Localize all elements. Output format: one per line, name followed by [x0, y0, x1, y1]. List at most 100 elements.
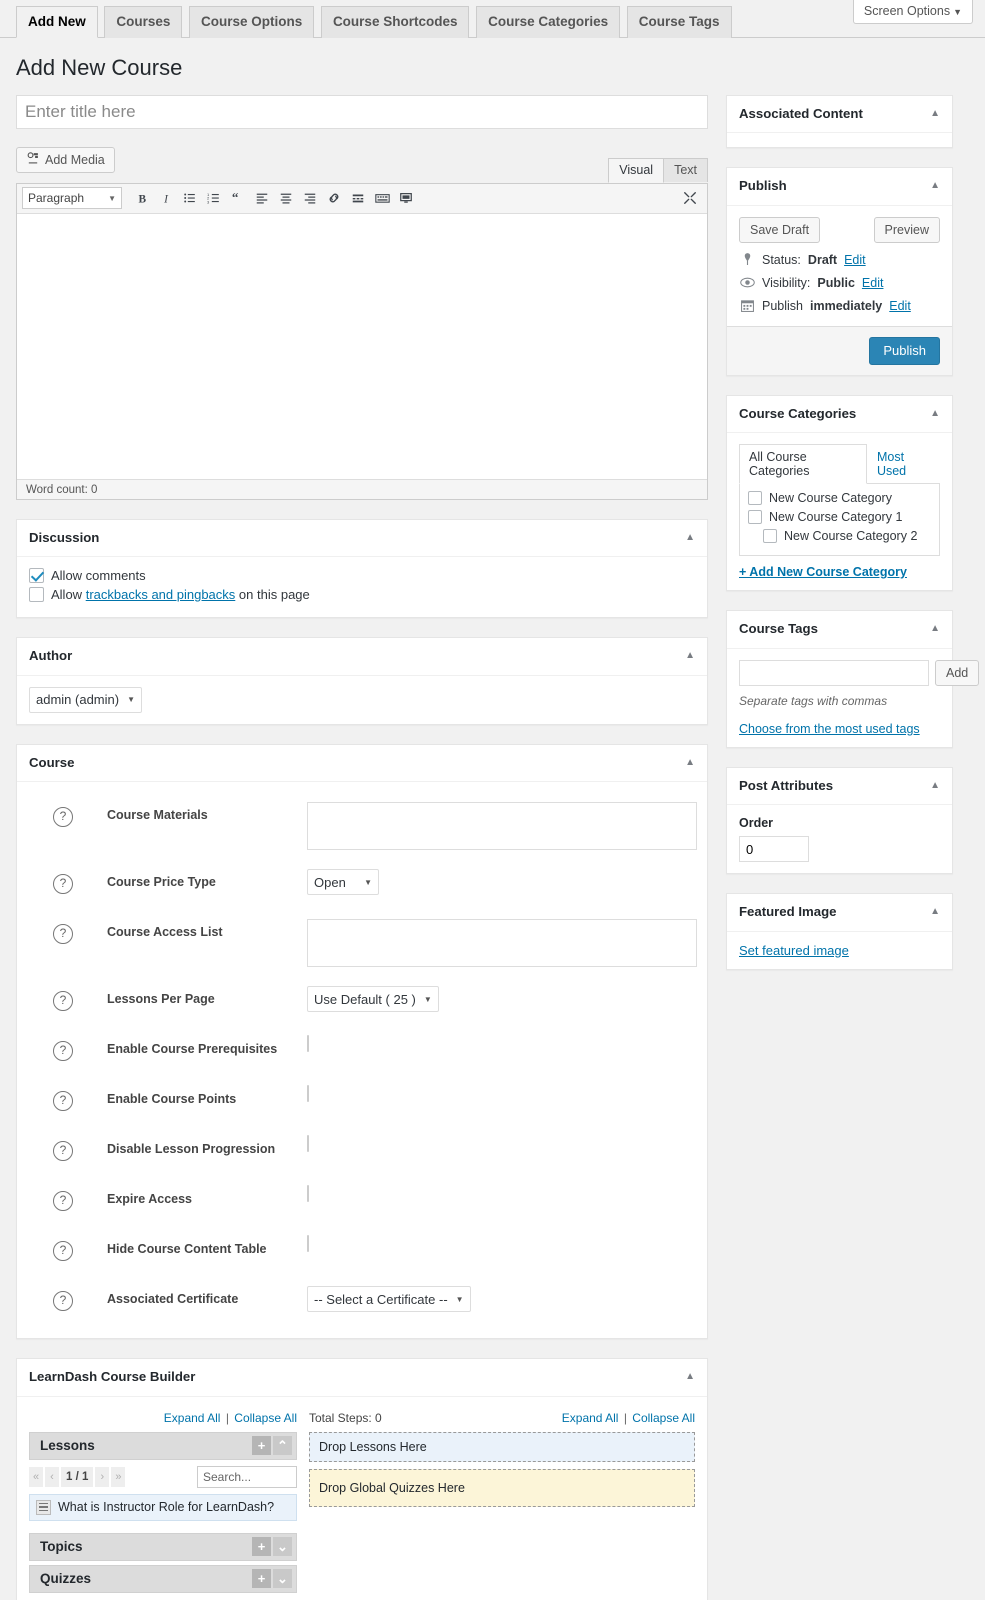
- course-materials-textarea[interactable]: [307, 802, 697, 851]
- chevron-up-icon[interactable]: ▲: [685, 532, 695, 543]
- right-expand-all[interactable]: Expand All: [562, 1411, 619, 1425]
- builder-section-lessons[interactable]: Lessons + ⌃: [29, 1431, 297, 1460]
- help-icon[interactable]: ?: [53, 1291, 73, 1312]
- category-checkbox[interactable]: [763, 529, 777, 544]
- tab-courses[interactable]: Courses: [104, 6, 183, 38]
- tab-most-used[interactable]: Most Used: [867, 444, 940, 484]
- drop-global-quizzes-zone[interactable]: Drop Global Quizzes Here: [309, 1468, 695, 1507]
- publish-date-edit-link[interactable]: Edit: [889, 299, 911, 313]
- discussion-panel-header[interactable]: Discussion ▲: [17, 520, 707, 558]
- builder-lesson-item[interactable]: What is Instructor Role for LearnDash?: [29, 1493, 297, 1521]
- blockquote-icon[interactable]: “: [226, 187, 250, 209]
- course-settings-header[interactable]: Course ▲: [17, 745, 707, 783]
- chevron-up-icon[interactable]: ▲: [685, 1372, 695, 1382]
- pager-last[interactable]: »: [111, 1466, 126, 1487]
- status-edit-link[interactable]: Edit: [844, 253, 866, 267]
- drop-lessons-zone[interactable]: Drop Lessons Here: [309, 1431, 695, 1462]
- chevron-up-icon[interactable]: ▲: [930, 780, 940, 791]
- enable-course-prerequisites-checkbox[interactable]: [307, 1035, 309, 1053]
- numbered-list-icon[interactable]: 123: [202, 187, 226, 209]
- associated-content-header[interactable]: Associated Content ▲: [727, 96, 952, 134]
- course-tags-header[interactable]: Course Tags ▲: [727, 611, 952, 649]
- expire-access-checkbox[interactable]: [307, 1185, 309, 1203]
- tab-text[interactable]: Text: [663, 157, 708, 182]
- bold-icon[interactable]: B: [130, 187, 154, 209]
- trackbacks-pingbacks-link[interactable]: trackbacks and pingbacks: [86, 587, 236, 602]
- format-select[interactable]: Paragraph ▼: [22, 187, 122, 210]
- chevron-up-icon[interactable]: ⌃: [273, 1436, 292, 1456]
- lessons-per-page-select[interactable]: Use Default ( 25 ) ▼: [307, 986, 439, 1013]
- chevron-up-icon[interactable]: ▲: [930, 907, 940, 917]
- add-media-button[interactable]: Add Media: [16, 146, 115, 173]
- featured-image-header[interactable]: Featured Image ▲: [727, 894, 952, 932]
- pager-next[interactable]: ›: [95, 1466, 110, 1487]
- read-more-icon[interactable]: [346, 187, 370, 209]
- plus-icon[interactable]: +: [252, 1569, 271, 1589]
- editor-content-area[interactable]: [17, 213, 707, 479]
- course-tags-input[interactable]: [739, 659, 929, 686]
- builder-section-topics[interactable]: Topics + ⌄: [29, 1532, 297, 1561]
- help-icon[interactable]: ?: [53, 1141, 73, 1162]
- left-expand-all[interactable]: Expand All: [164, 1411, 221, 1425]
- plus-icon[interactable]: +: [252, 1537, 271, 1557]
- allow-comments-checkbox[interactable]: [29, 568, 44, 584]
- disable-lesson-progression-checkbox[interactable]: [307, 1135, 309, 1153]
- tab-course-options[interactable]: Course Options: [189, 6, 315, 38]
- help-icon[interactable]: ?: [53, 1241, 73, 1262]
- fullscreen-icon[interactable]: [678, 187, 702, 209]
- distraction-free-icon[interactable]: [394, 187, 418, 209]
- course-categories-header[interactable]: Course Categories ▲: [727, 396, 952, 434]
- bulleted-list-icon[interactable]: [178, 187, 202, 209]
- screen-options-button[interactable]: Screen Options ▼: [852, 0, 973, 24]
- category-checkbox[interactable]: [748, 491, 762, 506]
- order-input[interactable]: [739, 836, 809, 863]
- help-icon[interactable]: ?: [53, 874, 73, 895]
- course-builder-header[interactable]: LearnDash Course Builder ▲: [17, 1359, 707, 1397]
- chevron-up-icon[interactable]: ▲: [930, 624, 940, 634]
- visibility-edit-link[interactable]: Edit: [862, 276, 884, 290]
- help-icon[interactable]: ?: [53, 807, 73, 828]
- right-collapse-all[interactable]: Collapse All: [632, 1411, 695, 1425]
- plus-icon[interactable]: +: [252, 1436, 271, 1456]
- chevron-down-icon[interactable]: ⌄: [273, 1569, 292, 1589]
- lessons-search-input[interactable]: [197, 1465, 297, 1488]
- category-checkbox[interactable]: [748, 510, 762, 525]
- align-center-icon[interactable]: [274, 187, 298, 209]
- post-attributes-header[interactable]: Post Attributes ▲: [727, 768, 952, 806]
- toolbar-toggle-icon[interactable]: [370, 187, 394, 209]
- publish-button[interactable]: Publish: [869, 336, 940, 365]
- tab-course-tags[interactable]: Course Tags: [626, 6, 732, 38]
- chevron-up-icon[interactable]: ▲: [930, 181, 940, 191]
- chevron-up-icon[interactable]: ▲: [930, 408, 940, 419]
- allow-pingbacks-checkbox[interactable]: [29, 587, 44, 603]
- chevron-up-icon[interactable]: ▲: [685, 651, 695, 661]
- enable-course-points-checkbox[interactable]: [307, 1085, 309, 1103]
- chevron-up-icon[interactable]: ▲: [685, 757, 695, 768]
- course-access-list-textarea[interactable]: [307, 919, 697, 968]
- hide-course-content-table-checkbox[interactable]: [307, 1235, 309, 1253]
- tab-add-new[interactable]: Add New: [16, 6, 98, 38]
- link-icon[interactable]: [322, 187, 346, 209]
- tab-visual[interactable]: Visual: [608, 157, 665, 183]
- add-new-course-category-link[interactable]: + Add New Course Category: [739, 565, 940, 579]
- publish-panel-header[interactable]: Publish ▲: [727, 168, 952, 206]
- drag-handle-icon[interactable]: [36, 1499, 51, 1515]
- post-title-input[interactable]: [16, 94, 708, 129]
- help-icon[interactable]: ?: [53, 1191, 73, 1212]
- chevron-up-icon[interactable]: ▲: [930, 108, 940, 119]
- help-icon[interactable]: ?: [53, 1091, 73, 1112]
- author-panel-header[interactable]: Author ▲: [17, 638, 707, 676]
- left-collapse-all[interactable]: Collapse All: [234, 1411, 297, 1425]
- italic-icon[interactable]: I: [154, 187, 178, 209]
- tab-course-categories[interactable]: Course Categories: [476, 6, 621, 38]
- course-price-type-select[interactable]: Open ▼: [307, 869, 379, 896]
- align-right-icon[interactable]: [298, 187, 322, 209]
- author-select[interactable]: admin (admin) ▼: [29, 686, 143, 713]
- help-icon[interactable]: ?: [53, 1041, 73, 1062]
- chevron-down-icon[interactable]: ⌄: [273, 1537, 292, 1557]
- pager-prev[interactable]: ‹: [45, 1466, 59, 1487]
- preview-button[interactable]: Preview: [873, 216, 940, 243]
- builder-section-quizzes[interactable]: Quizzes + ⌄: [29, 1564, 297, 1593]
- help-icon[interactable]: ?: [53, 991, 73, 1012]
- tab-course-shortcodes[interactable]: Course Shortcodes: [320, 6, 470, 38]
